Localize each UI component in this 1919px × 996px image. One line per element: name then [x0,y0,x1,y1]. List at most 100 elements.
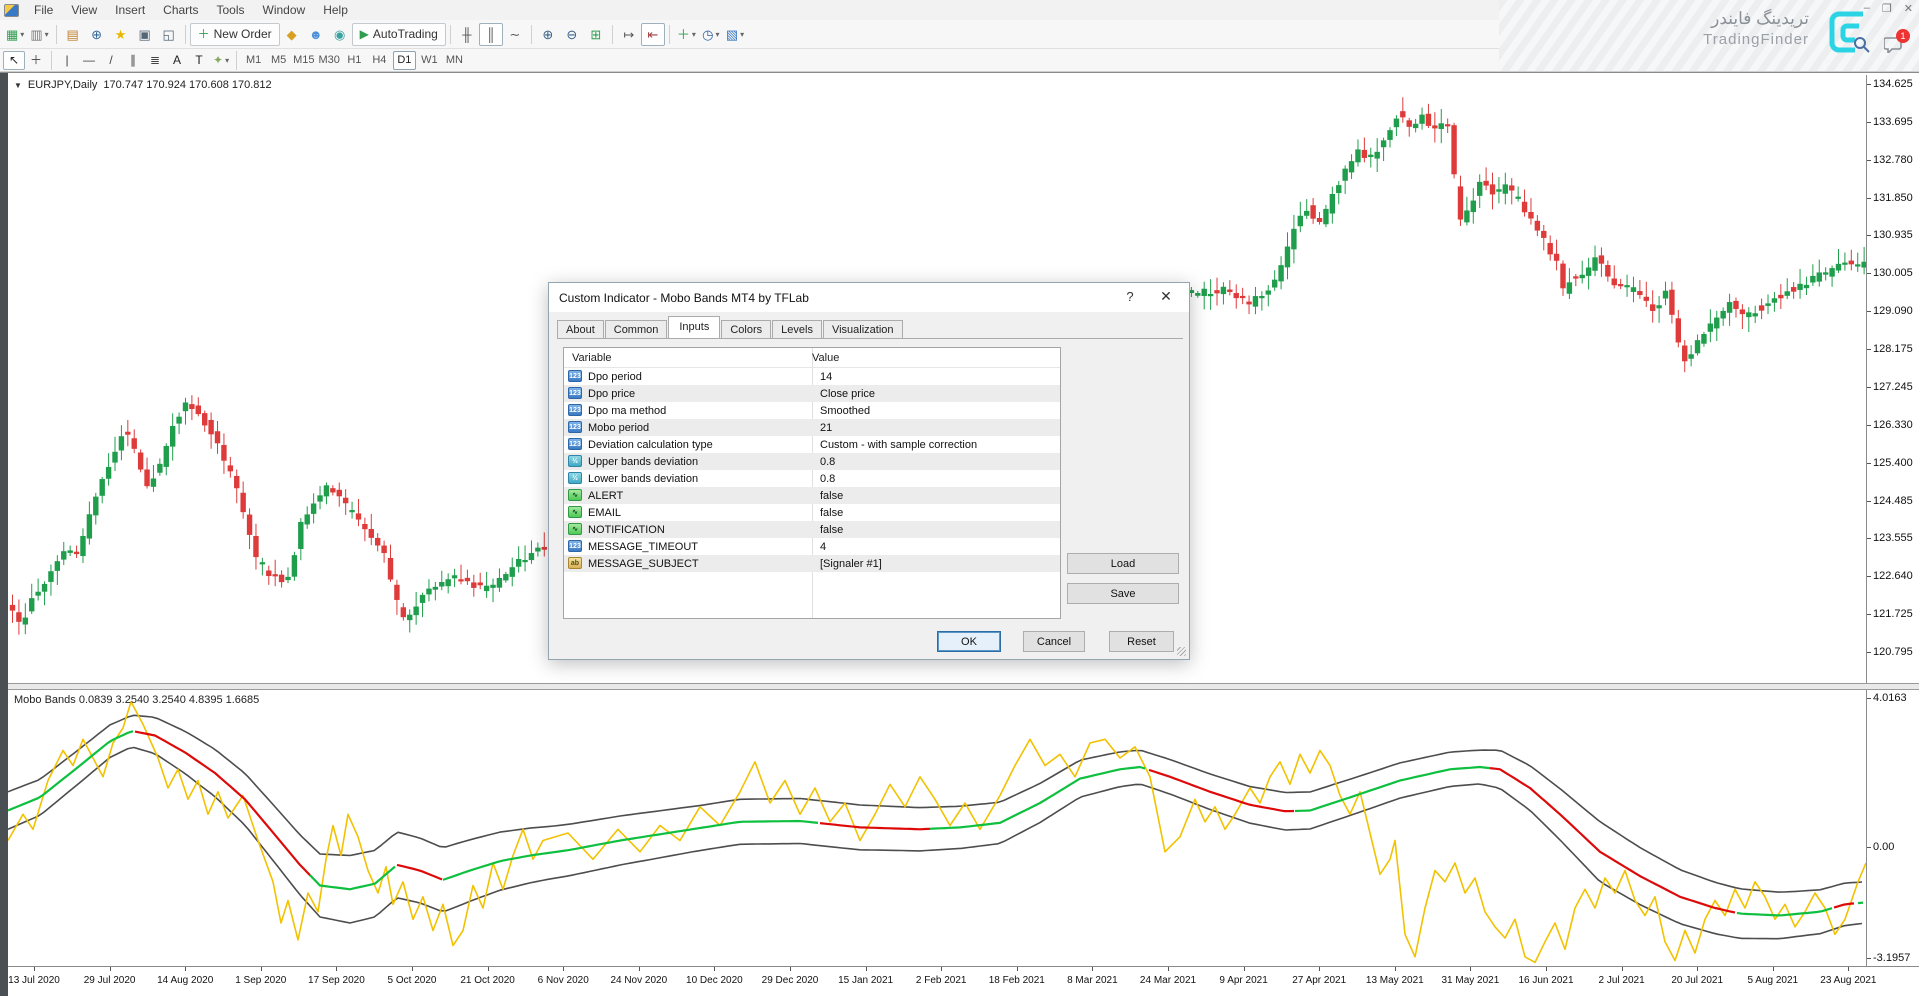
autotrading-button[interactable]: ▶AutoTrading [352,23,446,46]
indicator-axis[interactable]: 4.01630.00-3.1957 [1866,690,1919,966]
auto-scroll-button[interactable]: ↦ [617,23,641,46]
text-button[interactable]: A [166,51,188,70]
help-button[interactable]: ? [1119,289,1141,304]
inputs-table[interactable]: Variable Value 123Dpo period14123Dpo pri… [563,347,1061,619]
input-value[interactable]: Smoothed [812,405,870,417]
templates-button[interactable]: ▧▾ [723,23,747,46]
menu-item-window[interactable]: Window [254,1,315,19]
input-value[interactable]: 21 [812,422,832,434]
input-row[interactable]: 123Deviation calculation typeCustom - wi… [564,436,1060,453]
contacts-icon[interactable]: ☻ [304,23,328,46]
input-row[interactable]: ½Lower bands deviation0.8 [564,470,1060,487]
resize-grip[interactable] [1177,647,1186,656]
line-chart-button[interactable]: ∼ [503,23,527,46]
mobo-bands-panel[interactable] [8,690,1866,966]
input-value[interactable]: [Signaler #1] [812,558,882,570]
timeframe-h1[interactable]: H1 [343,51,366,70]
dialog-title-bar[interactable]: Custom Indicator - Mobo Bands MT4 by TFL… [549,283,1189,312]
zoom-in-button[interactable]: ⊕ [536,23,560,46]
input-row[interactable]: 123Dpo priceClose price [564,385,1060,402]
collapse-triangle-icon[interactable]: ▼ [14,81,22,90]
menu-item-view[interactable]: View [62,1,106,19]
chat-icon[interactable]: 1 [1884,36,1903,53]
timeframe-h4[interactable]: H4 [368,51,391,70]
bar-chart-button[interactable]: ╫ [455,23,479,46]
chart-shift-button[interactable]: ⇤ [641,23,665,46]
new-order-button[interactable]: ＋New Order [190,23,280,46]
fibonacci-button[interactable]: ≣ [144,51,166,70]
menu-item-tools[interactable]: Tools [208,1,254,19]
terminal-button[interactable]: ▣ [133,23,157,46]
crosshair-button[interactable]: ＋ [25,51,47,70]
load-button[interactable]: Load [1067,553,1179,574]
cursor-button[interactable]: ↖ [3,51,25,70]
date-axis[interactable]: 13 Jul 202029 Jul 202014 Aug 20201 Sep 2… [8,966,1919,996]
candlestick-button[interactable]: ║ [479,23,503,46]
horizontal-line-button[interactable]: — [78,51,100,70]
timeframe-w1[interactable]: W1 [418,51,441,70]
equidistant-channel-button[interactable]: ∥ [122,51,144,70]
input-value[interactable]: false [812,507,843,519]
timeframe-m30[interactable]: M30 [317,51,340,70]
indicators-button[interactable]: ＋▾ [674,23,699,46]
strategy-tester-button[interactable]: ◱ [157,23,181,46]
favorites-button[interactable]: ★ [109,23,133,46]
menu-item-insert[interactable]: Insert [106,1,154,19]
close-button[interactable]: ✕ [1904,2,1913,15]
menu-item-help[interactable]: Help [314,1,357,19]
reset-button[interactable]: Reset [1109,631,1174,652]
tab-colors[interactable]: Colors [721,320,771,339]
new-chart-button[interactable]: ▦▾ [3,23,27,46]
profiles-button[interactable]: ▥▾ [27,23,51,46]
input-row[interactable]: 123Dpo period14 [564,368,1060,385]
input-row[interactable]: ∿EMAILfalse [564,504,1060,521]
save-button[interactable]: Save [1067,583,1179,604]
timeframe-m1[interactable]: M1 [242,51,265,70]
tab-common[interactable]: Common [605,320,668,339]
price-axis[interactable]: 134.625133.695132.780131.850130.935130.0… [1866,75,1919,683]
tab-inputs[interactable]: Inputs [668,316,720,338]
signals-icon[interactable]: ◉ [328,23,352,46]
timeframe-m5[interactable]: M5 [267,51,290,70]
input-value[interactable]: false [812,490,843,502]
restore-button[interactable]: ❐ [1882,2,1892,15]
cancel-button[interactable]: Cancel [1023,631,1085,652]
input-row[interactable]: ½Upper bands deviation0.8 [564,453,1060,470]
vertical-line-button[interactable]: | [56,51,78,70]
input-value[interactable]: 0.8 [812,473,835,485]
menu-item-charts[interactable]: Charts [154,1,207,19]
timeframe-d1[interactable]: D1 [393,51,416,70]
panel-splitter[interactable] [8,683,1919,690]
dialog-close-icon[interactable]: ✕ [1153,288,1179,305]
timeframe-mn[interactable]: MN [443,51,466,70]
ok-button[interactable]: OK [937,631,1001,652]
tab-visualization[interactable]: Visualization [823,320,903,339]
input-row[interactable]: 123Dpo ma methodSmoothed [564,402,1060,419]
input-row[interactable]: abMESSAGE_SUBJECT[Signaler #1] [564,555,1060,572]
timeframe-m15[interactable]: M15 [292,51,315,70]
input-row[interactable]: ∿NOTIFICATIONfalse [564,521,1060,538]
navigator-button[interactable]: ⊕ [85,23,109,46]
input-value[interactable]: Close price [812,388,875,400]
input-value[interactable]: 4 [812,541,826,553]
shapes-button[interactable]: ✦▾ [210,51,232,70]
input-row[interactable]: ∿ALERTfalse [564,487,1060,504]
zoom-out-button[interactable]: ⊖ [560,23,584,46]
trendline-button[interactable]: / [100,51,122,70]
search-icon[interactable] [1853,36,1870,53]
input-value[interactable]: false [812,524,843,536]
input-row[interactable]: 123Mobo period21 [564,419,1060,436]
tab-levels[interactable]: Levels [772,320,822,339]
input-value[interactable]: 0.8 [812,456,835,468]
input-value[interactable]: 14 [812,371,832,383]
input-value[interactable]: Custom - with sample correction [812,439,977,451]
menu-item-file[interactable]: File [25,1,62,19]
tile-windows-button[interactable]: ⊞ [584,23,608,46]
candle [1285,247,1289,267]
input-row[interactable]: 123MESSAGE_TIMEOUT4 [564,538,1060,555]
tab-about[interactable]: About [557,320,604,339]
periods-button[interactable]: ◷▾ [699,23,723,46]
text-label-button[interactable]: T [188,51,210,70]
expert-advisors-icon[interactable]: ◆ [280,23,304,46]
market-watch-button[interactable]: ▤ [61,23,85,46]
